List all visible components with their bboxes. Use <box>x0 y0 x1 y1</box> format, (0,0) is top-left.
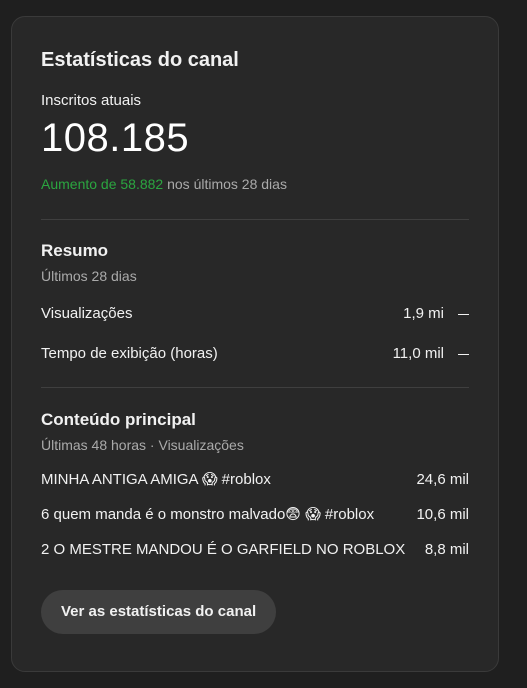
no-change-dash-icon <box>458 313 469 315</box>
view-channel-stats-button[interactable]: Ver as estatísticas do canal <box>41 590 277 634</box>
metric-label: Tempo de exibição (horas) <box>41 345 218 362</box>
video-views: 24,6 mil <box>416 471 469 488</box>
video-title[interactable]: MINHA ANTIGA AMIGA 😱 #roblox <box>41 470 271 490</box>
current-subscribers-value: 108.185 <box>41 116 190 160</box>
subscribers-delta-highlight: Aumento de 58.882 <box>41 176 164 192</box>
top-content-item[interactable]: 6 quem manda é o monstro malvado😨 😱 #rob… <box>41 505 469 525</box>
top-content-section: Conteúdo principal Últimas 48 horas · Vi… <box>41 409 469 560</box>
divider <box>41 219 469 220</box>
video-title[interactable]: 2 O MESTRE MANDOU É O GARFIELD NO ROBLOX <box>41 540 405 560</box>
summary-title: Resumo <box>41 241 109 260</box>
metric-label: Visualizações <box>41 305 133 322</box>
video-title[interactable]: 6 quem manda é o monstro malvado😨 😱 #rob… <box>41 505 374 525</box>
top-content-item[interactable]: 2 O MESTRE MANDOU É O GARFIELD NO ROBLOX… <box>41 540 469 560</box>
summary-section: Resumo Últimos 28 dias Visualizações 1,9… <box>41 240 469 364</box>
metric-value: 11,0 mil <box>392 345 444 362</box>
top-content-title: Conteúdo principal <box>41 410 196 429</box>
metric-value: 1,9 mi <box>403 305 444 322</box>
subscribers-delta-period: nos últimos 28 dias <box>163 176 287 192</box>
summary-period: Últimos 28 dias <box>41 268 137 284</box>
channel-stats-card: Estatísticas do canal Inscritos atuais 1… <box>11 16 499 672</box>
subscribers-delta: Aumento de 58.882 nos últimos 28 dias <box>41 175 469 193</box>
no-change-dash-icon <box>458 353 469 355</box>
metric-row-views: Visualizações 1,9 mi <box>41 304 469 324</box>
video-views: 8,8 mil <box>424 541 469 558</box>
card-title: Estatísticas do canal <box>41 49 239 71</box>
divider <box>41 387 469 388</box>
video-views: 10,6 mil <box>416 506 469 523</box>
current-subscribers-label: Inscritos atuais <box>41 92 142 109</box>
top-content-period: Últimas 48 horas · Visualizações <box>41 437 244 453</box>
metric-row-watch-time: Tempo de exibição (horas) 11,0 mil <box>41 344 469 364</box>
top-content-item[interactable]: MINHA ANTIGA AMIGA 😱 #roblox 24,6 mil <box>41 470 469 490</box>
